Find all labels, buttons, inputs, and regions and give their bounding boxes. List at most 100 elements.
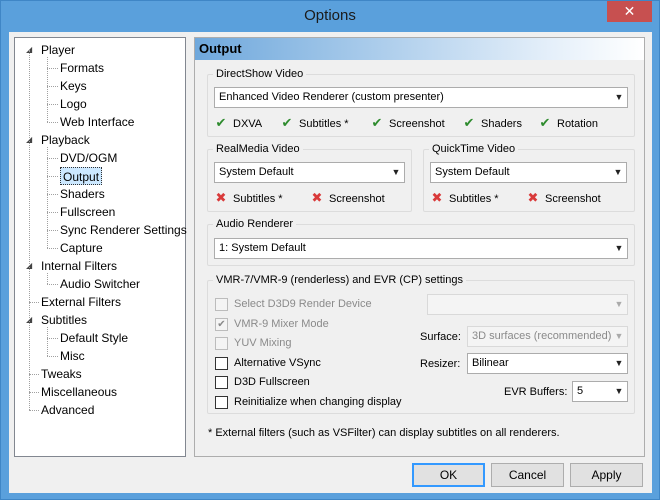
d3d-fullscreen-checkbox[interactable] [215,376,228,389]
checkmark-icon: ✔ [371,115,383,130]
quicktime-renderer-value: System Default [435,166,510,178]
vmr9-mixer-label: VMR-9 Mixer Mode [234,318,329,330]
chevron-down-icon: ▼ [613,167,623,177]
alternative-vsync-label: Alternative VSync [234,357,321,369]
quicktime-capability: ✖ Subtitles * [430,190,499,206]
cross-icon: ✖ [311,190,323,205]
surface-select[interactable]: 3D surfaces (recommended) ▼ [467,326,628,347]
alternative-vsync-checkbox[interactable] [215,357,228,370]
tree-connector [29,50,30,410]
expand-arrow-icon[interactable]: ◢ [26,311,34,329]
tree-connector [29,302,39,303]
tree-item-miscellaneous[interactable]: Miscellaneous [41,383,117,401]
reinitialize-checkbox[interactable] [215,396,228,409]
tree-connector [47,57,48,122]
reinitialize-label: Reinitialize when changing display [234,396,402,408]
tree-item-capture[interactable]: Capture [60,239,103,257]
directshow-capability: ✔ Subtitles * [280,115,349,131]
chevron-down-icon: ▼ [391,167,401,177]
tree-connector [47,158,58,159]
yuv-mixing-label: YUV Mixing [234,337,292,349]
apply-button[interactable]: Apply [570,463,643,487]
check-icon: ✔ [217,319,226,330]
chevron-down-icon: ▼ [614,331,624,341]
tree-connector [47,248,58,249]
directshow-capability: ✔ DXVA [214,115,263,131]
window-title: Options [304,7,356,24]
checkmark-icon: ✔ [215,115,227,130]
evr-buffers-select[interactable]: 5 ▼ [572,381,628,402]
chevron-down-icon: ▼ [614,386,624,396]
realmedia-capability-label: Subtitles * [233,193,283,205]
tree-item-fullscreen[interactable]: Fullscreen [60,203,115,221]
evr-buffers-value: 5 [577,385,584,397]
cancel-button[interactable]: Cancel [491,463,564,487]
select-d3d9-label: Select D3D9 Render Device [234,298,372,310]
select-d3d9-checkbox[interactable] [215,298,228,311]
expand-arrow-icon[interactable]: ◢ [26,41,34,59]
quicktime-capability-label: Subtitles * [449,193,499,205]
directshow-capability-label: Subtitles * [299,118,349,130]
vmr9-mixer-checkbox[interactable]: ✔ [215,318,228,331]
output-page: Output DirectShow Video Enhanced Video R… [194,37,645,457]
expand-arrow-icon[interactable]: ◢ [26,131,34,149]
tree-connector [47,284,58,285]
realmedia-renderer-select[interactable]: System Default ▼ [214,162,405,183]
cross-icon: ✖ [431,190,443,205]
tree-item-playback[interactable]: Playback [41,131,90,149]
tree-item-internal-filters[interactable]: Internal Filters [41,257,117,275]
directshow-capability-label: Screenshot [389,118,445,130]
options-window: Options ✕ ◢ Player Formats Keys Logo Web Inte… [0,0,660,500]
realmedia-video-label: RealMedia Video [213,142,303,156]
cross-icon: ✖ [215,190,227,205]
tree-connector [47,212,58,213]
chevron-down-icon: ▼ [614,92,624,102]
options-tree[interactable]: ◢ Player Formats Keys Logo Web Interface ◢ Play… [14,37,187,457]
quicktime-renderer-select[interactable]: System Default ▼ [430,162,627,183]
expand-arrow-icon[interactable]: ◢ [26,257,34,275]
tree-item-default-style[interactable]: Default Style [60,329,128,347]
directshow-capability: ✔ Screenshot [370,115,445,131]
checkmark-icon: ✔ [539,115,551,130]
tree-connector [47,327,48,356]
tree-connector [47,176,58,177]
close-icon: ✕ [623,3,636,19]
directshow-renderer-select[interactable]: Enhanced Video Renderer (custom presente… [214,87,628,108]
checkmark-icon: ✔ [463,115,475,130]
quicktime-video-label: QuickTime Video [429,142,519,156]
resizer-value: Bilinear [472,357,509,369]
tree-item-external-filters[interactable]: External Filters [41,293,121,311]
tree-item-formats[interactable]: Formats [60,59,104,77]
realmedia-renderer-value: System Default [219,166,294,178]
tree-connector [47,147,48,248]
resizer-select[interactable]: Bilinear ▼ [467,353,628,374]
tree-item-misc[interactable]: Misc [60,347,85,365]
evr-buffers-label: EVR Buffers: [504,386,568,398]
directshow-capability-label: Shaders [481,118,522,130]
tree-item-dvd-ogm[interactable]: DVD/OGM [60,149,117,167]
resizer-label: Resizer: [420,358,461,370]
tree-item-logo[interactable]: Logo [60,95,87,113]
realmedia-capability-label: Screenshot [329,193,385,205]
tree-item-output[interactable]: Output [60,167,103,185]
tree-item-web-interface[interactable]: Web Interface [60,113,134,131]
tree-item-audio-switcher[interactable]: Audio Switcher [60,275,140,293]
checkmark-icon: ✔ [281,115,293,130]
tree-item-shaders[interactable]: Shaders [60,185,105,203]
tree-item-tweaks[interactable]: Tweaks [41,365,82,383]
tree-item-keys[interactable]: Keys [60,77,87,95]
audio-renderer-select[interactable]: 1: System Default ▼ [214,238,628,259]
yuv-mixing-checkbox[interactable] [215,337,228,350]
ok-button[interactable]: OK [412,463,485,487]
tree-item-sync-renderer-settings[interactable]: Sync Renderer Settings [60,221,187,239]
d3d9-device-select[interactable]: ▼ [427,294,628,315]
external-filters-note: * External filters (such as VSFilter) ca… [208,427,560,439]
tree-connector [47,273,48,284]
realmedia-capability: ✖ Subtitles * [214,190,283,206]
close-button[interactable]: ✕ [607,1,652,22]
realmedia-video-group: RealMedia Video System Default ▼ ✖ Subtit… [207,142,412,212]
chevron-down-icon: ▼ [614,299,624,309]
tree-item-advanced[interactable]: Advanced [41,401,94,419]
vmr-settings-group: VMR-7/VMR-9 (renderless) and EVR (CP) se… [207,273,635,414]
tree-connector [47,338,58,339]
